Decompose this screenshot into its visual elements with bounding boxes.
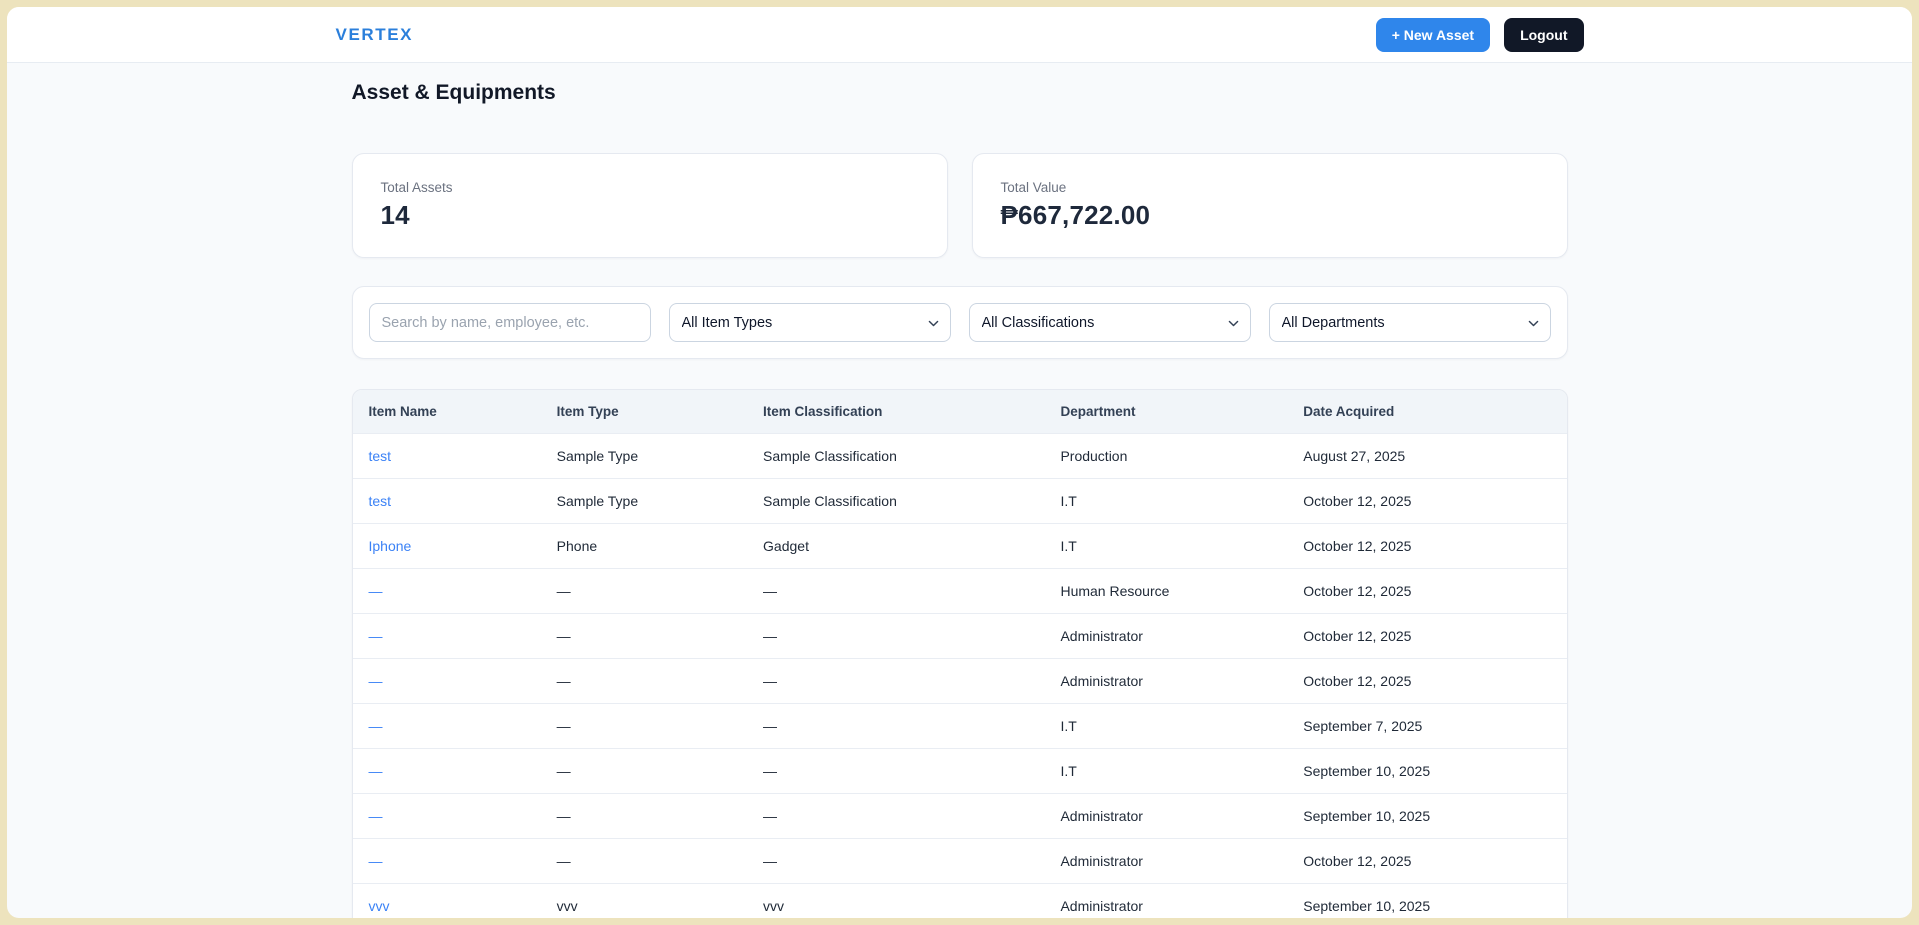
item-name-link[interactable]: — — [369, 808, 383, 824]
item-classification-cell: — — [747, 749, 1044, 794]
item-classification-cell: — — [747, 794, 1044, 839]
table-row: vvv vvv vvv Administrator September 10, … — [353, 884, 1567, 919]
item-name-link[interactable]: — — [369, 673, 383, 689]
table-row: — — — Administrator October 12, 2025 — [353, 659, 1567, 704]
assets-table: Item Name Item Type Item Classification … — [353, 390, 1567, 918]
item-classification-cell: — — [747, 614, 1044, 659]
item-type-cell: — — [541, 569, 747, 614]
department-select-wrap: All Departments — [1269, 303, 1551, 342]
total-value-label: Total Value — [1001, 180, 1539, 195]
department-cell: Administrator — [1044, 839, 1287, 884]
total-assets-card: Total Assets 14 — [352, 153, 948, 258]
logout-button[interactable]: Logout — [1504, 18, 1583, 52]
table-body: test Sample Type Sample Classification P… — [353, 434, 1567, 919]
total-value-card: Total Value ₱667,722.00 — [972, 153, 1568, 258]
item-type-select[interactable]: All Item Types — [669, 303, 951, 342]
item-type-cell: — — [541, 659, 747, 704]
item-name-link[interactable]: — — [369, 763, 383, 779]
new-asset-button[interactable]: + New Asset — [1376, 18, 1490, 52]
filter-bar: All Item Types All Classifications All D… — [352, 286, 1568, 359]
item-type-cell: — — [541, 749, 747, 794]
department-select[interactable]: All Departments — [1269, 303, 1551, 342]
date-acquired-cell: October 12, 2025 — [1287, 479, 1566, 524]
table-row: Iphone Phone Gadget I.T October 12, 2025 — [353, 524, 1567, 569]
date-acquired-cell: October 12, 2025 — [1287, 569, 1566, 614]
column-header-item-type: Item Type — [541, 390, 747, 434]
total-assets-value: 14 — [381, 200, 919, 231]
top-navigation-bar: VERTEX + New Asset Logout — [7, 7, 1912, 63]
item-classification-cell: Gadget — [747, 524, 1044, 569]
item-classification-cell: — — [747, 569, 1044, 614]
table-row: test Sample Type Sample Classification I… — [353, 479, 1567, 524]
item-type-cell: Sample Type — [541, 434, 747, 479]
item-name-link[interactable]: — — [369, 718, 383, 734]
page-title: Asset & Equipments — [352, 81, 1568, 105]
item-type-cell: Phone — [541, 524, 747, 569]
total-value-value: ₱667,722.00 — [1001, 200, 1539, 231]
item-type-cell: — — [541, 794, 747, 839]
item-name-link[interactable]: test — [369, 493, 392, 509]
total-assets-label: Total Assets — [381, 180, 919, 195]
department-cell: Human Resource — [1044, 569, 1287, 614]
date-acquired-cell: September 10, 2025 — [1287, 794, 1566, 839]
department-cell: I.T — [1044, 704, 1287, 749]
item-type-cell: — — [541, 614, 747, 659]
department-cell: Administrator — [1044, 794, 1287, 839]
date-acquired-cell: September 10, 2025 — [1287, 749, 1566, 794]
table-row: — — — Human Resource October 12, 2025 — [353, 569, 1567, 614]
department-cell: Administrator — [1044, 614, 1287, 659]
department-cell: Administrator — [1044, 884, 1287, 919]
item-classification-cell: vvv — [747, 884, 1044, 919]
item-name-link[interactable]: Iphone — [369, 538, 412, 554]
brand-logo[interactable]: VERTEX — [336, 25, 414, 45]
item-type-cell: — — [541, 704, 747, 749]
item-name-link[interactable]: vvv — [369, 898, 390, 914]
item-name-link[interactable]: test — [369, 448, 392, 464]
item-classification-cell: — — [747, 704, 1044, 749]
stats-grid: Total Assets 14 Total Value ₱667,722.00 — [352, 153, 1568, 258]
classification-select[interactable]: All Classifications — [969, 303, 1251, 342]
item-classification-cell: Sample Classification — [747, 434, 1044, 479]
date-acquired-cell: October 12, 2025 — [1287, 614, 1566, 659]
department-cell: I.T — [1044, 524, 1287, 569]
department-cell: Production — [1044, 434, 1287, 479]
item-type-cell: — — [541, 839, 747, 884]
item-classification-cell: — — [747, 659, 1044, 704]
column-header-department: Department — [1044, 390, 1287, 434]
item-name-link[interactable]: — — [369, 853, 383, 869]
department-cell: I.T — [1044, 749, 1287, 794]
topbar-actions: + New Asset Logout — [1376, 18, 1584, 52]
table-row: — — — I.T September 10, 2025 — [353, 749, 1567, 794]
item-classification-cell: Sample Classification — [747, 479, 1044, 524]
table-row: test Sample Type Sample Classification P… — [353, 434, 1567, 479]
item-classification-cell: — — [747, 839, 1044, 884]
table-row: — — — I.T September 7, 2025 — [353, 704, 1567, 749]
table-row: — — — Administrator October 12, 2025 — [353, 614, 1567, 659]
date-acquired-cell: October 12, 2025 — [1287, 839, 1566, 884]
column-header-date-acquired: Date Acquired — [1287, 390, 1566, 434]
table-header: Item Name Item Type Item Classification … — [353, 390, 1567, 434]
item-type-cell: vvv — [541, 884, 747, 919]
table-row: — — — Administrator September 10, 2025 — [353, 794, 1567, 839]
date-acquired-cell: October 12, 2025 — [1287, 659, 1566, 704]
table-row: — — — Administrator October 12, 2025 — [353, 839, 1567, 884]
department-cell: Administrator — [1044, 659, 1287, 704]
column-header-item-classification: Item Classification — [747, 390, 1044, 434]
assets-table-card: Item Name Item Type Item Classification … — [352, 389, 1568, 918]
date-acquired-cell: October 12, 2025 — [1287, 524, 1566, 569]
item-name-link[interactable]: — — [369, 583, 383, 599]
app-window: VERTEX + New Asset Logout Asset & Equipm… — [7, 7, 1912, 918]
item-type-select-wrap: All Item Types — [669, 303, 951, 342]
date-acquired-cell: August 27, 2025 — [1287, 434, 1566, 479]
date-acquired-cell: September 7, 2025 — [1287, 704, 1566, 749]
date-acquired-cell: September 10, 2025 — [1287, 884, 1566, 919]
department-cell: I.T — [1044, 479, 1287, 524]
search-input[interactable] — [369, 303, 651, 342]
item-type-cell: Sample Type — [541, 479, 747, 524]
classification-select-wrap: All Classifications — [969, 303, 1251, 342]
main-content: Asset & Equipments Total Assets 14 Total… — [352, 63, 1568, 918]
item-name-link[interactable]: — — [369, 628, 383, 644]
column-header-item-name: Item Name — [353, 390, 541, 434]
